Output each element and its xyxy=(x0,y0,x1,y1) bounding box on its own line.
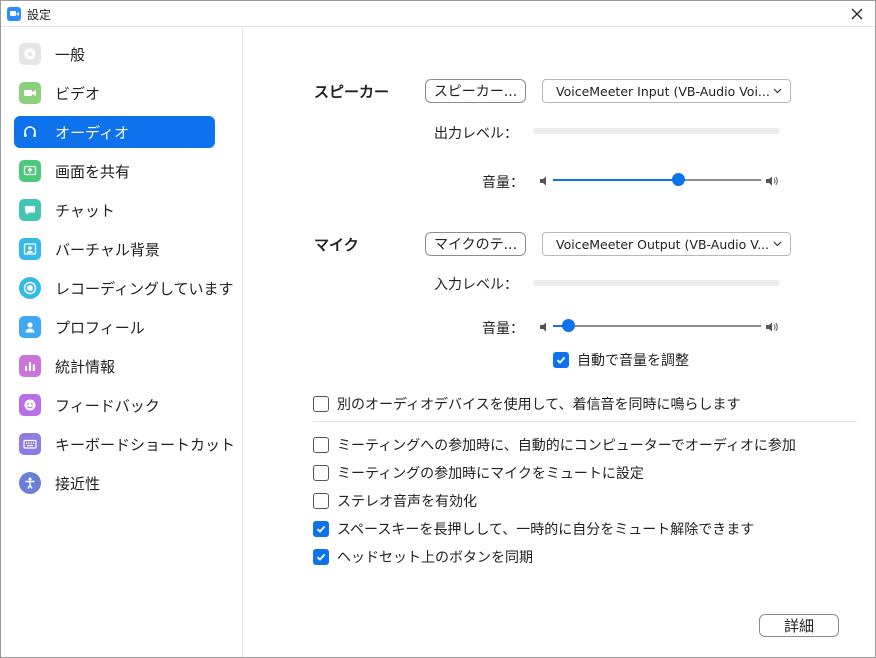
checkbox-box[interactable] xyxy=(313,465,329,481)
sidebar-item-label: チャット xyxy=(55,202,115,220)
checkbox-label: スペースキーを長押しして、一時的に自分をミュート解除できます xyxy=(337,522,755,538)
sidebar-item-label: 一般 xyxy=(55,46,86,64)
profile-icon xyxy=(19,316,41,338)
headset-sync-checkbox[interactable]: ヘッドセット上のボタンを同期 xyxy=(313,547,533,567)
speaker-volume-slider[interactable] xyxy=(553,173,761,187)
sidebar-item-label: オーディオ xyxy=(55,124,129,142)
section-divider xyxy=(313,421,857,422)
mic-device-value: VoiceMeeter Output (VB-Audio V... xyxy=(556,237,770,252)
speaker-device-select[interactable]: VoiceMeeter Input (VB-Audio Voi... xyxy=(542,79,791,103)
virtual-background-icon xyxy=(19,238,41,260)
sidebar-item-general[interactable]: 一般 xyxy=(14,38,215,70)
mic-volume-high-icon xyxy=(766,322,778,332)
checkbox-box[interactable] xyxy=(313,493,329,509)
sidebar-item-label: バーチャル背景 xyxy=(55,241,160,259)
checkmark-icon xyxy=(556,356,566,364)
checkmark-icon xyxy=(316,553,326,561)
speaker-volume-label: 音量： xyxy=(482,175,524,191)
sidebar-item-profile[interactable]: プロフィール xyxy=(14,311,215,343)
accessibility-icon xyxy=(19,472,41,494)
zoom-app-icon xyxy=(7,7,21,21)
speaker-volume-low-icon xyxy=(540,176,546,186)
close-button[interactable] xyxy=(843,3,871,25)
checkbox-label: 自動で音量を調整 xyxy=(577,353,689,369)
sidebar-item-label: 接近性 xyxy=(55,475,101,493)
mic-volume-label: 音量： xyxy=(482,321,524,337)
mic-device-select[interactable]: VoiceMeeter Output (VB-Audio V... xyxy=(542,232,791,256)
sidebar-item-share-screen[interactable]: 画面を共有 xyxy=(14,155,215,187)
stereo-audio-checkbox[interactable]: ステレオ音声を有効化 xyxy=(313,491,477,511)
settings-sidebar: 一般 ビデオ オーディオ 画面を共有 チャット バーチャル背景 レコーディングし… xyxy=(1,28,243,657)
sidebar-item-accessibility[interactable]: 接近性 xyxy=(14,467,215,499)
checkmark-icon xyxy=(316,525,326,533)
audio-settings-panel: スピーカー スピーカー... VoiceMeeter Input (VB-Aud… xyxy=(244,28,875,657)
sidebar-item-video[interactable]: ビデオ xyxy=(14,77,215,109)
sidebar-item-label: 画面を共有 xyxy=(55,163,131,181)
separate-ringtone-checkbox[interactable]: 別のオーディオデバイスを使用して、着信音を同時に鳴らします xyxy=(313,394,740,414)
settings-window: 設定 一般 ビデオ オーディオ 画面を共有 チャット バーチャル背景 レコーディ… xyxy=(0,0,876,658)
auto-adjust-volume-checkbox[interactable]: 自動で音量を調整 xyxy=(553,350,689,370)
checkbox-box[interactable] xyxy=(313,437,329,453)
feedback-smile-icon xyxy=(19,394,41,416)
sidebar-item-label: フィードバック xyxy=(55,397,160,415)
checkbox-label: ミーティングの参加時にマイクをミュートに設定 xyxy=(337,466,644,482)
sidebar-item-keyboard-shortcuts[interactable]: キーボードショートカット xyxy=(14,428,235,460)
sidebar-item-recording[interactable]: レコーディングしています xyxy=(14,272,234,304)
sidebar-item-feedback[interactable]: フィードバック xyxy=(14,389,215,421)
push-to-talk-checkbox[interactable]: スペースキーを長押しして、一時的に自分をミュート解除できます xyxy=(313,519,754,539)
sidebar-item-chat[interactable]: チャット xyxy=(14,194,215,226)
sidebar-item-label: ビデオ xyxy=(55,85,101,103)
mute-on-join-checkbox[interactable]: ミーティングの参加時にマイクをミュートに設定 xyxy=(313,463,644,483)
speaker-volume-high-icon xyxy=(766,176,778,186)
video-camera-icon xyxy=(19,82,41,104)
mic-volume-low-icon xyxy=(540,322,546,332)
checkbox-box[interactable] xyxy=(313,549,329,565)
checkbox-box[interactable] xyxy=(313,521,329,537)
sidebar-item-audio[interactable]: オーディオ xyxy=(14,116,215,148)
close-icon xyxy=(851,8,863,20)
sidebar-item-label: キーボードショートカット xyxy=(55,436,236,454)
chevron-down-icon xyxy=(773,241,782,247)
sidebar-item-virtual-background[interactable]: バーチャル背景 xyxy=(14,233,215,265)
checkbox-label: ステレオ音声を有効化 xyxy=(337,494,477,510)
checkbox-box[interactable] xyxy=(553,352,569,368)
record-icon xyxy=(19,277,41,299)
input-level-label: 入力レベル： xyxy=(434,277,518,293)
slider-thumb[interactable] xyxy=(562,319,575,332)
window-title: 設定 xyxy=(27,8,52,22)
slider-fill xyxy=(553,179,678,181)
sidebar-item-statistics[interactable]: 統計情報 xyxy=(14,350,215,382)
sidebar-item-label: レコーディングしています xyxy=(55,280,234,298)
sidebar-item-label: プロフィール xyxy=(55,319,145,337)
checkbox-label: ヘッドセット上のボタンを同期 xyxy=(337,550,533,566)
input-level-meter xyxy=(533,280,780,286)
auto-join-audio-checkbox[interactable]: ミーティングへの参加時に、自動的にコンピューターでオーディオに参加 xyxy=(313,435,796,455)
test-mic-button[interactable]: マイクのテ... xyxy=(425,232,526,256)
test-speaker-button[interactable]: スピーカー... xyxy=(425,79,526,103)
output-level-meter xyxy=(533,128,780,134)
gear-icon xyxy=(19,43,41,65)
slider-thumb[interactable] xyxy=(672,173,685,186)
slider-track xyxy=(553,325,761,327)
mic-section-label: マイク xyxy=(314,236,359,254)
chat-bubble-icon xyxy=(19,199,41,221)
share-screen-icon xyxy=(19,160,41,182)
chevron-down-icon xyxy=(773,88,782,94)
speaker-device-value: VoiceMeeter Input (VB-Audio Voi... xyxy=(556,84,770,99)
speaker-section-label: スピーカー xyxy=(314,83,390,101)
checkbox-label: 別のオーディオデバイスを使用して、着信音を同時に鳴らします xyxy=(337,397,741,413)
statistics-icon xyxy=(19,355,41,377)
headphones-icon xyxy=(19,121,41,143)
sidebar-item-label: 統計情報 xyxy=(55,358,116,376)
advanced-button[interactable]: 詳細 xyxy=(759,614,839,637)
checkbox-label: ミーティングへの参加時に、自動的にコンピューターでオーディオに参加 xyxy=(337,438,796,454)
keyboard-icon xyxy=(19,433,41,455)
mic-volume-slider[interactable] xyxy=(553,319,761,333)
checkbox-box[interactable] xyxy=(313,396,329,412)
title-bar: 設定 xyxy=(1,1,875,27)
output-level-label: 出力レベル： xyxy=(434,126,518,142)
